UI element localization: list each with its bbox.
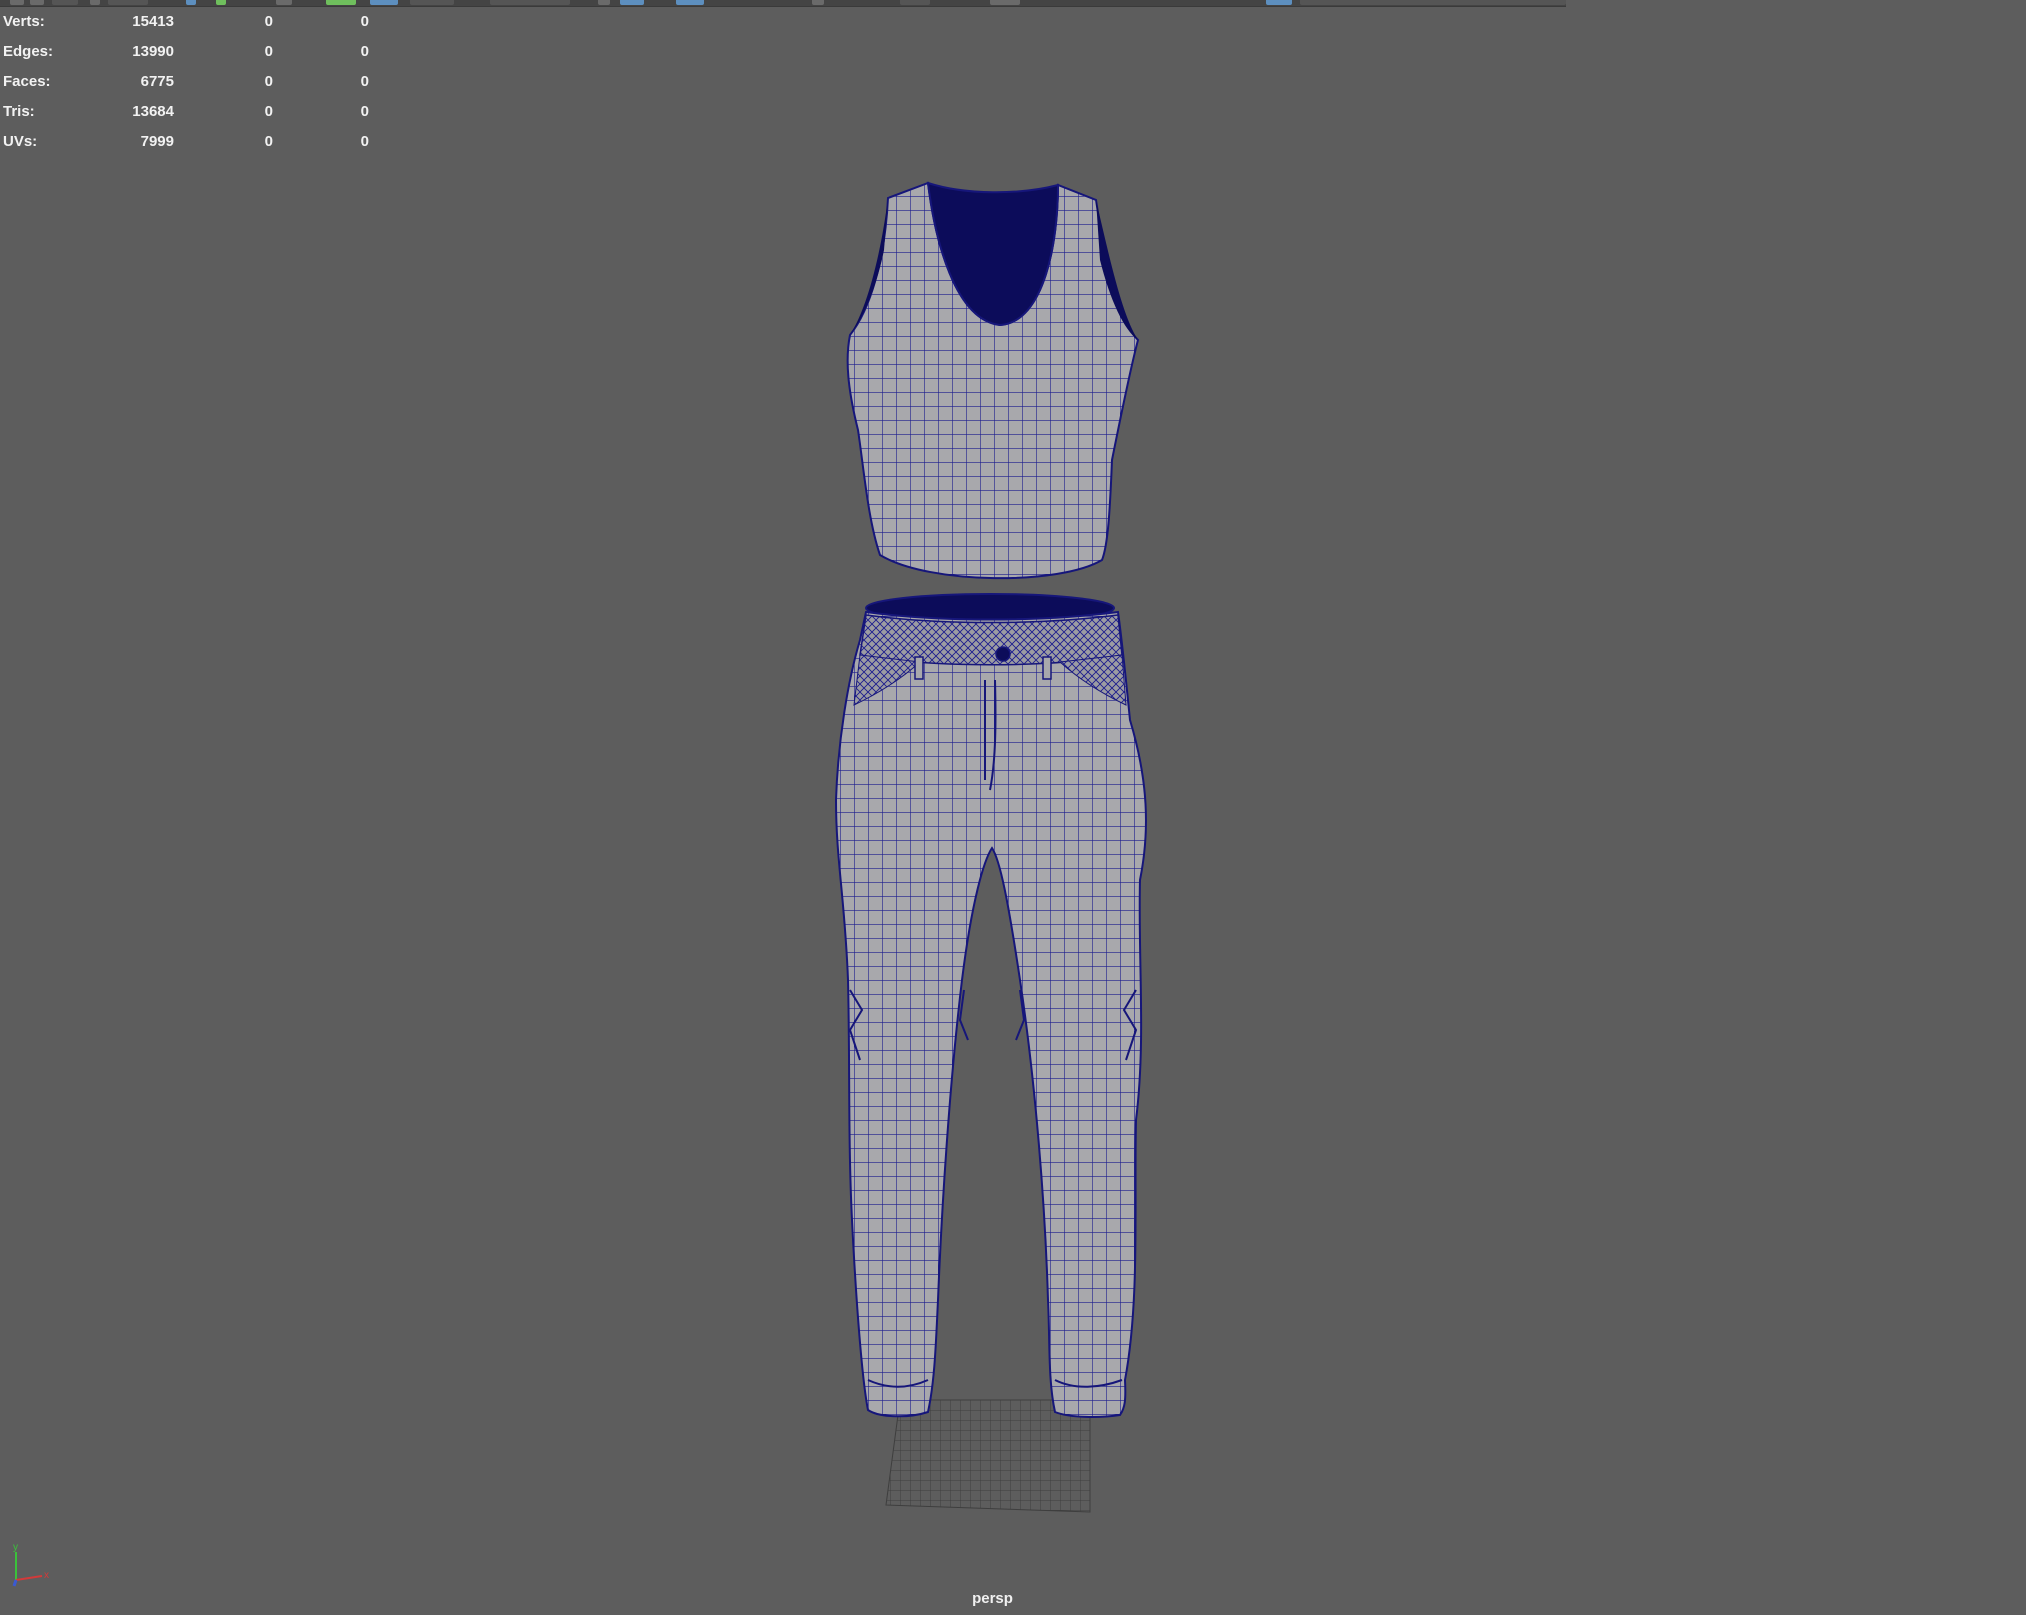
z-axis-line [12,1579,18,1587]
ground-grid [885,1399,1091,1513]
model-viewport-scene[interactable] [0,0,2026,1615]
pants-mesh[interactable] [834,593,1147,1418]
y-axis-label: y [13,1542,18,1553]
x-axis-line [15,1575,43,1581]
axis-gizmo: y x [12,1542,49,1587]
tank-top-mesh[interactable] [846,181,1140,580]
camera-name-label: persp [972,1590,1013,1607]
x-axis-label: x [44,1570,49,1581]
viewport-persp[interactable]: Verts: 15413 0 0 Edges: 13990 0 0 Faces:… [0,0,2026,1615]
